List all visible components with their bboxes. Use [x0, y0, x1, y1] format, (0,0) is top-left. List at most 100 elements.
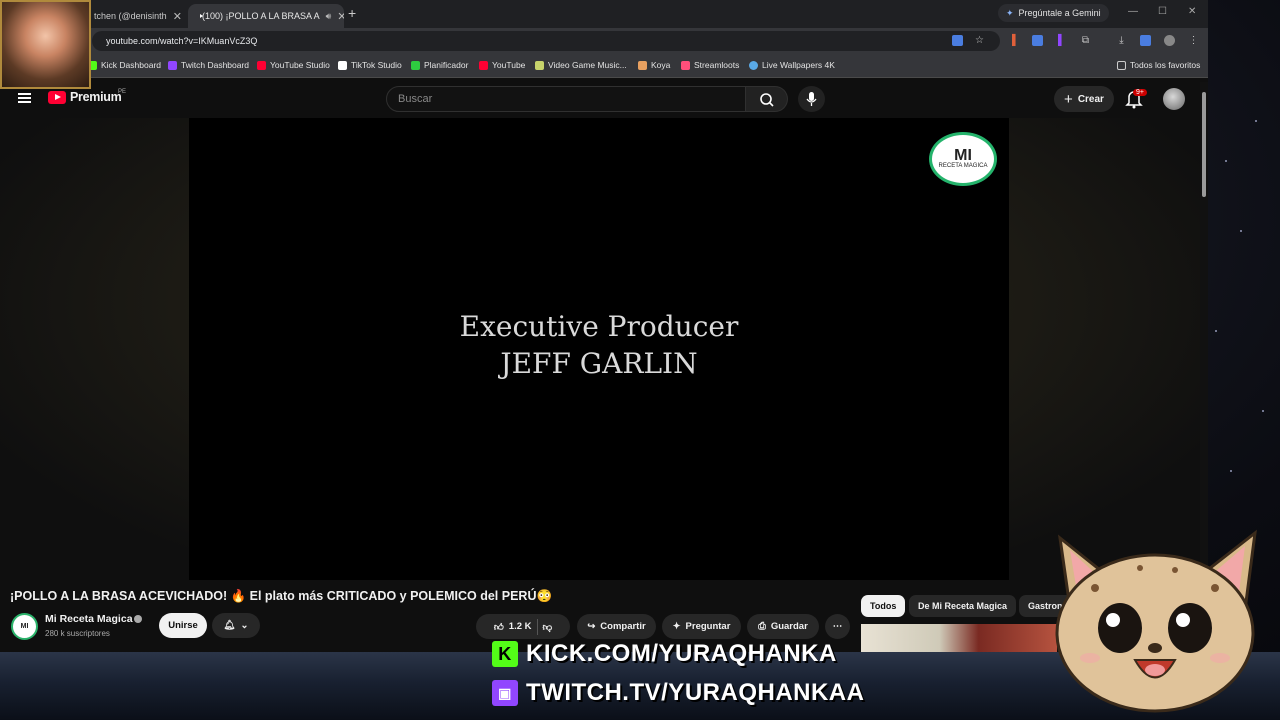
star: [1262, 410, 1264, 412]
voice-search-button[interactable]: [798, 86, 825, 112]
new-tab-icon[interactable]: +: [348, 5, 356, 21]
speaker-icon[interactable]: 🔊︎: [326, 11, 332, 22]
search-button[interactable]: [746, 86, 788, 112]
youtube-premium-logo[interactable]: Premium: [48, 90, 122, 104]
bookmark-live-wallpapers[interactable]: Live Wallpapers 4K: [749, 60, 835, 70]
divider: [536, 618, 538, 635]
tab-youtube[interactable]: (100) ¡POLLO A LA BRASA A 🔊︎ ✕: [188, 4, 344, 28]
extension-icon[interactable]: ▌: [1056, 35, 1067, 46]
tab-twitch[interactable]: tchen (@denisinth ✕: [86, 4, 186, 28]
browser-window: tchen (@denisinth ✕ (100) ¡POLLO A LA BR…: [0, 0, 1208, 652]
chip-from-channel[interactable]: De Mi Receta Magica: [909, 595, 1017, 617]
download-icon[interactable]: ⤓: [1116, 35, 1127, 46]
logo-text: Premium: [70, 90, 122, 104]
chevron-down-icon: ⌄: [240, 620, 249, 631]
create-button[interactable]: + Crear: [1054, 86, 1114, 112]
bookmark-label: Koya: [651, 60, 671, 70]
more-actions-button[interactable]: ⋯: [825, 614, 850, 639]
star: [1215, 330, 1217, 332]
search-input[interactable]: Buscar: [386, 86, 746, 112]
bookmark-label: YouTube Studio: [270, 60, 330, 70]
kick-url: KICK.COM/YURAQHANKA: [526, 640, 837, 667]
profile-icon[interactable]: [1164, 35, 1175, 46]
like-dislike-group[interactable]: 👍︎ 1.2 K 👎︎: [476, 614, 570, 639]
close-window-icon[interactable]: ✕: [1188, 6, 1196, 17]
like-count: 1.2 K: [508, 621, 532, 632]
translate-icon[interactable]: [952, 35, 963, 46]
url-field[interactable]: youtube.com/watch?v=IKMuanVcZ3Q: [92, 31, 1000, 51]
ask-label: Preguntar: [685, 621, 731, 632]
recommended-video-thumbnail[interactable]: [861, 624, 1057, 652]
youtube-play-icon: [48, 90, 66, 104]
url-text: youtube.com/watch?v=IKMuanVcZ3Q: [106, 36, 258, 46]
thumbs-down-icon[interactable]: 👎︎: [543, 621, 553, 633]
gemini-button[interactable]: ✦ Pregúntale a Gemini: [998, 4, 1109, 22]
twitch-url: TWITCH.TV/YURAQHANKAA: [526, 679, 865, 706]
youtube-icon: [479, 60, 488, 70]
maximize-icon[interactable]: ☐: [1158, 6, 1167, 17]
streamloots-icon: [681, 60, 690, 70]
bookmark-video-game-music[interactable]: Video Game Music...: [535, 60, 627, 70]
bookmark-tiktok-studio[interactable]: TikTok Studio: [338, 60, 402, 70]
all-bookmarks-folder[interactable]: Todos los favoritos: [1117, 60, 1200, 70]
minimize-icon[interactable]: —: [1128, 6, 1138, 17]
microphone-icon: [806, 92, 817, 106]
bookmark-youtube-studio[interactable]: YouTube Studio: [257, 60, 330, 70]
bookmark-planificador[interactable]: Planificador: [411, 60, 468, 70]
twitch-icon: ▣: [492, 680, 518, 706]
channel-name[interactable]: Mi Receta Magica: [45, 613, 133, 625]
close-icon[interactable]: ✕: [173, 10, 182, 23]
save-button[interactable]: ⎙ Guardar: [747, 614, 819, 639]
watermark-initials: MI: [954, 146, 972, 164]
video-player[interactable]: Executive Producer JEFF GARLIN MI RECETA…: [189, 118, 1009, 580]
share-arrow-icon: ↪: [587, 621, 596, 632]
share-button[interactable]: ↪ Compartir: [577, 614, 656, 639]
star-bookmark-icon[interactable]: ☆: [974, 35, 985, 46]
star: [1225, 160, 1227, 162]
avatar-initials: MI: [20, 623, 29, 630]
account-avatar[interactable]: [1163, 88, 1185, 110]
bookmark-label: Kick Dashboard: [101, 60, 162, 70]
bookmark-label: Streamloots: [694, 60, 740, 70]
join-button[interactable]: Unirse: [159, 613, 207, 638]
close-icon[interactable]: ✕: [337, 10, 344, 23]
kick-icon: K: [492, 641, 518, 667]
credit-name: JEFF GARLIN: [500, 347, 698, 380]
ask-button[interactable]: ✦ Preguntar: [662, 614, 741, 639]
video-title: ¡POLLO A LA BRASA ACEVICHADO! 🔥 El plato…: [10, 589, 553, 603]
save-label: Guardar: [770, 621, 808, 632]
extension-icon[interactable]: ▌: [1010, 35, 1021, 46]
bookmark-kick-dashboard[interactable]: Kick Dashboard: [88, 60, 161, 70]
search-icon: [760, 93, 774, 107]
bookmarks-bar: Kick Dashboard Twitch Dashboard YouTube …: [0, 54, 1208, 78]
bookmark-twitch-dashboard[interactable]: Twitch Dashboard: [168, 60, 249, 70]
subscription-bell-button[interactable]: 🔔︎ ⌄: [212, 613, 260, 638]
bookmark-label: TikTok Studio: [351, 60, 402, 70]
notification-badge: 9+: [1133, 89, 1147, 96]
twitch-link: ▣ TWITCH.TV/YURAQHANKAA: [492, 679, 864, 707]
chip-all[interactable]: Todos: [861, 595, 906, 617]
thumbs-up-icon[interactable]: 👍︎: [494, 621, 504, 633]
extension-icon[interactable]: [1032, 35, 1043, 46]
bookmark-label: Live Wallpapers 4K: [762, 60, 835, 70]
wallpaper-icon: [749, 60, 758, 70]
kebab-menu-icon[interactable]: ⋮: [1188, 35, 1199, 46]
puzzle-icon[interactable]: ⧉: [1080, 35, 1091, 46]
tiktok-icon: [338, 60, 347, 70]
bookmark-streamloots[interactable]: Streamloots: [681, 60, 739, 70]
bookmark-youtube[interactable]: YouTube: [479, 60, 525, 70]
search-placeholder: Buscar: [398, 93, 433, 105]
scrollbar-thumb[interactable]: [1202, 92, 1206, 197]
channel-avatar[interactable]: MI: [11, 613, 38, 640]
extension-icon[interactable]: [1140, 35, 1151, 46]
channel-watermark[interactable]: MI RECETA MAGICA: [929, 132, 997, 186]
bookmark-koya[interactable]: Koya: [638, 60, 670, 70]
tab-label: tchen (@denisinth: [94, 11, 167, 21]
sparkle-icon: ✦: [1006, 7, 1014, 18]
hamburger-menu-icon[interactable]: [18, 93, 31, 103]
twitch-icon: [168, 60, 177, 70]
sparkle-icon: ✦: [672, 621, 681, 632]
youtube-icon: [257, 60, 266, 70]
credit-role: Executive Producer: [459, 310, 739, 343]
verified-badge-icon: [134, 615, 142, 623]
